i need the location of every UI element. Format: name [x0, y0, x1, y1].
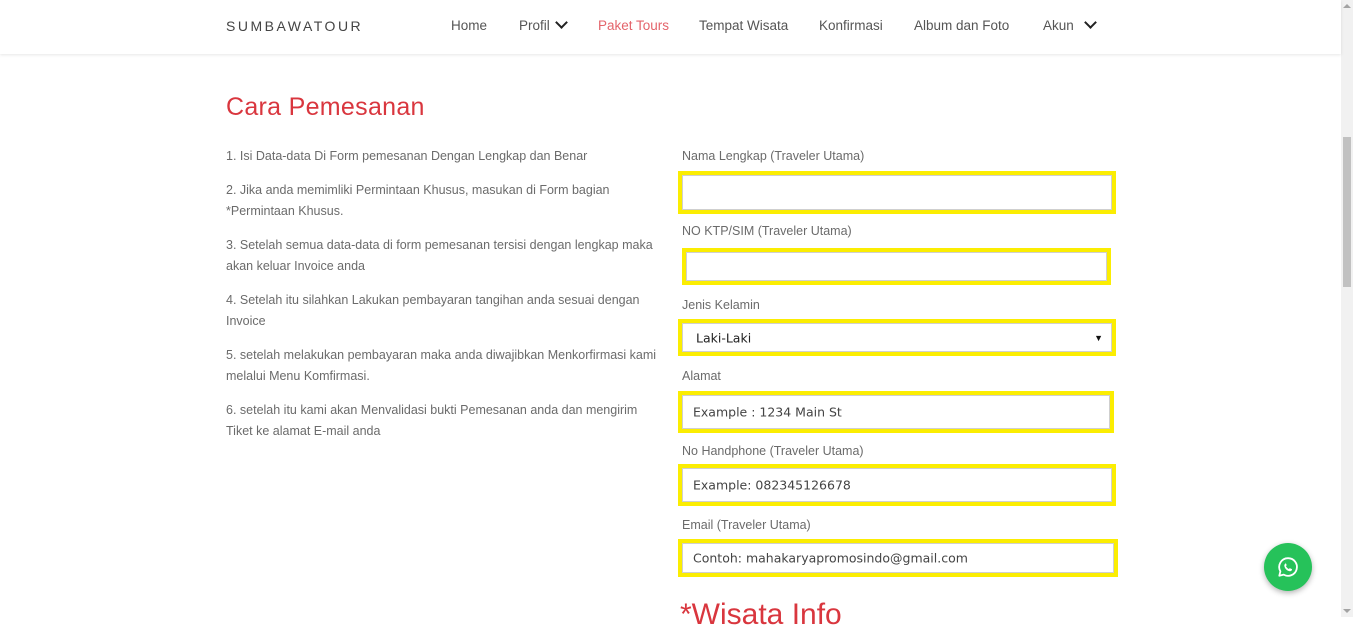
whatsapp-icon [1278, 557, 1298, 577]
phone-label: No Handphone (Traveler Utama) [682, 444, 864, 458]
step-item: 2. Jika anda memimliki Permintaan Khusus… [226, 183, 610, 218]
alamat-field[interactable]: Example : 1234 Main St [678, 391, 1114, 433]
email-field[interactable]: Contoh: mahakaryapromosindo@gmail.com [678, 539, 1118, 577]
nama-field[interactable] [678, 171, 1116, 214]
email-input[interactable]: Contoh: mahakaryapromosindo@gmail.com [682, 543, 1114, 573]
page-title: Cara Pemesanan [226, 93, 425, 121]
step-item: 3. Setelah semua data-data di form pemes… [226, 238, 653, 273]
gender-label: Jenis Kelamin [682, 298, 760, 312]
top-navbar: SUMBAWATOUR Home Profil Paket Tours Temp… [0, 0, 1341, 54]
scroll-down-arrow-icon[interactable] [1343, 609, 1351, 613]
scroll-thumb[interactable] [1343, 137, 1351, 287]
nav-paket-tours[interactable]: Paket Tours [598, 18, 669, 33]
nav-profil[interactable]: Profil [519, 16, 568, 33]
gender-selected-value: Laki-Laki [696, 330, 752, 345]
phone-field[interactable]: Example: 082345126678 [678, 464, 1116, 506]
gender-select[interactable]: Laki-Laki ▼ [678, 319, 1116, 356]
ktp-label: NO KTP/SIM (Traveler Utama) [682, 224, 852, 238]
nama-input[interactable] [682, 175, 1112, 210]
chevron-down-icon [1083, 16, 1097, 29]
alamat-input[interactable]: Example : 1234 Main St [682, 395, 1110, 429]
nav-konfirmasi[interactable]: Konfirmasi [819, 18, 883, 33]
phone-placeholder: Example: 082345126678 [693, 477, 851, 493]
alamat-label: Alamat [682, 369, 721, 383]
nav-home-label: Home [451, 18, 488, 33]
alamat-placeholder: Example : 1234 Main St [693, 404, 842, 420]
nav-akun-label: Akun [1043, 18, 1074, 33]
ktp-input[interactable] [686, 252, 1107, 281]
nav-album-foto-label: Album dan Foto [914, 18, 1010, 33]
gender-select-box[interactable]: Laki-Laki ▼ [682, 323, 1112, 352]
nav-home[interactable]: Home [451, 18, 487, 33]
nav-konfirmasi-label: Konfirmasi [819, 18, 883, 33]
wisata-info-heading: *Wisata Info [680, 598, 842, 631]
scroll-up-arrow-icon[interactable] [1343, 4, 1351, 8]
step-item: 6. setelah itu kami akan Menvalidasi buk… [226, 403, 638, 438]
nav-tempat-wisata[interactable]: Tempat Wisata [699, 18, 788, 33]
email-placeholder: Contoh: mahakaryapromosindo@gmail.com [693, 550, 968, 566]
step-item: 1. Isi Data-data Di Form pemesanan Denga… [226, 149, 588, 163]
nav-album-foto[interactable]: Album dan Foto [914, 18, 1009, 33]
steps-list: 1. Isi Data-data Di Form pemesanan Denga… [226, 146, 666, 455]
select-arrow-icon: ▼ [1094, 332, 1103, 343]
step-item: 4. Setelah itu silahkan Lakukan pembayar… [226, 293, 640, 328]
whatsapp-button[interactable] [1264, 543, 1312, 591]
ktp-field[interactable] [682, 248, 1111, 285]
nav-paket-tours-label: Paket Tours [598, 18, 670, 33]
nav-akun[interactable]: Akun [1043, 16, 1097, 33]
step-item: 5. setelah melakukan pembayaran maka and… [226, 348, 657, 383]
nav-tempat-wisata-label: Tempat Wisata [699, 18, 789, 33]
email-label: Email (Traveler Utama) [682, 518, 811, 532]
brand-logo[interactable]: SUMBAWATOUR [226, 18, 363, 34]
page-scrollbar[interactable] [1341, 0, 1353, 617]
chevron-down-icon [554, 16, 568, 29]
phone-input[interactable]: Example: 082345126678 [682, 468, 1112, 502]
nama-label: Nama Lengkap (Traveler Utama) [682, 149, 865, 163]
nav-profil-label: Profil [519, 18, 550, 33]
